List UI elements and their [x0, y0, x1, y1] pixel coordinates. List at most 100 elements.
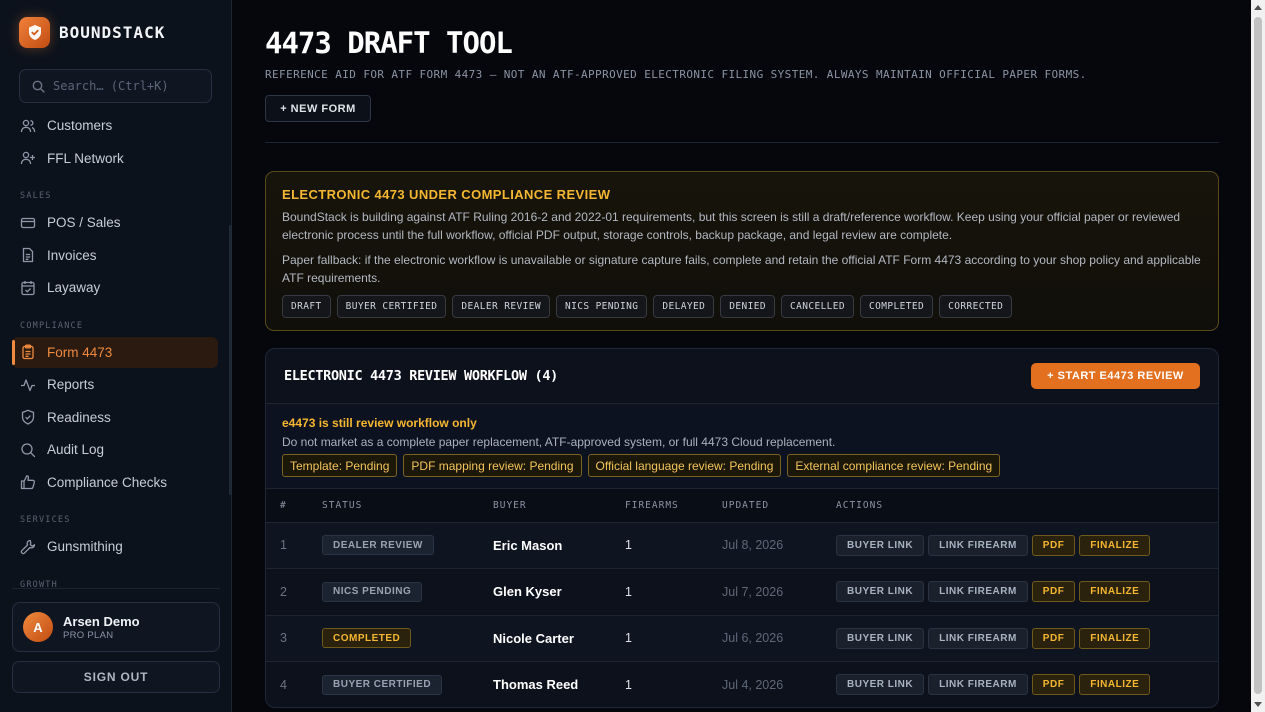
column-header[interactable]: FIREARMS: [625, 489, 722, 523]
user-info: Arsen Demo PRO PLAN: [63, 614, 140, 641]
banner-fallback-text: Paper fallback: if the electronic workfl…: [282, 253, 1201, 285]
shield-logo-icon: [19, 16, 50, 48]
link-firearm-button[interactable]: LINK FIREARM: [928, 674, 1028, 696]
nav-section-services: SERVICES: [20, 515, 71, 525]
scrollbar-thumb[interactable]: [1254, 17, 1262, 694]
user-plus-icon: [20, 151, 35, 165]
page-title: 4473 DRAFT TOOL: [265, 26, 513, 60]
sidebar-item-label: Audit Log: [47, 442, 105, 457]
updated-date: Jul 6, 2026: [722, 631, 784, 646]
status-chip: DELAYED: [653, 295, 715, 318]
row-actions: BUYER LINK LINK FIREARM PDF FINALIZE: [836, 581, 1218, 603]
column-header[interactable]: ACTIONS: [836, 489, 1218, 523]
buyer-link-button[interactable]: BUYER LINK: [836, 534, 925, 556]
table-row[interactable]: 1 DEALER REVIEW Eric Mason 1 Jul 8, 2026…: [266, 522, 1218, 569]
sidebar-item-label: Reports: [47, 377, 95, 392]
review-workflow-panel: ELECTRONIC 4473 REVIEW WORKFLOW (4) + ST…: [265, 348, 1219, 708]
finalize-button[interactable]: FINALIZE: [1079, 674, 1151, 696]
updated-date: Jul 8, 2026: [722, 538, 784, 553]
sidebar-item-label: Compliance Checks: [47, 474, 168, 490]
pending-chip: External compliance review: Pending: [787, 454, 1001, 477]
table-row[interactable]: 4 BUYER CERTIFIED Thomas Reed 1 Jul 4, 2…: [266, 662, 1218, 708]
status-chip-list: DRAFT BUYER CERTIFIED DEALER REVIEW NICS…: [282, 295, 1202, 318]
column-header[interactable]: STATUS: [322, 489, 493, 523]
pending-chip: PDF mapping review: Pending: [403, 454, 582, 477]
sidebar-item-label: Gunsmithing: [47, 539, 123, 554]
user-plan: PRO PLAN: [63, 629, 114, 641]
activity-icon: [21, 378, 35, 391]
search-box[interactable]: [19, 69, 212, 103]
table-row[interactable]: 2 NICS PENDING Glen Kyser 1 Jul 7, 2026 …: [266, 569, 1218, 615]
finalize-button[interactable]: FINALIZE: [1079, 581, 1151, 603]
credit-card-icon: [20, 217, 36, 228]
finalize-button[interactable]: FINALIZE: [1079, 534, 1151, 556]
users-icon: [20, 119, 36, 132]
sidebar-item-gunsmithing[interactable]: Gunsmithing: [12, 531, 218, 562]
notice-title: e4473 is still review workflow only: [282, 416, 477, 430]
notice-text: Do not market as a complete paper replac…: [282, 435, 836, 449]
scroll-down-arrow-icon[interactable]: [1254, 702, 1262, 707]
buyer-link-button[interactable]: BUYER LINK: [836, 674, 925, 696]
table-row[interactable]: 3 COMPLETED Nicole Carter 1 Jul 6, 2026 …: [266, 615, 1218, 662]
column-header[interactable]: UPDATED: [722, 489, 836, 523]
firearms-count: 1: [625, 631, 632, 646]
sidebar-item-layaway[interactable]: Layaway: [12, 272, 218, 303]
pdf-button[interactable]: PDF: [1031, 674, 1076, 696]
row-number: 4: [280, 677, 287, 692]
sidebar-scrollbar[interactable]: [229, 225, 232, 495]
sidebar-item-compliance-checks[interactable]: Compliance Checks: [12, 467, 218, 498]
column-header[interactable]: BUYER: [493, 489, 625, 523]
thumbs-up-icon: [20, 475, 36, 490]
link-firearm-button[interactable]: LINK FIREARM: [928, 627, 1028, 649]
calendar-check-icon: [21, 280, 35, 295]
column-header[interactable]: #: [266, 489, 322, 523]
nav-section-growth: GROWTH: [20, 579, 58, 588]
sidebar-item-customers[interactable]: Customers: [12, 110, 218, 141]
page-scrollbar[interactable]: [1251, 0, 1265, 712]
buyer-link-button[interactable]: BUYER LINK: [836, 627, 925, 649]
buyer-link-button[interactable]: BUYER LINK: [836, 581, 925, 603]
main-content: 4473 DRAFT TOOL REFERENCE AID FOR ATF FO…: [233, 0, 1251, 712]
sidebar-item-readiness[interactable]: Readiness: [12, 402, 218, 433]
divider: [265, 142, 1219, 143]
link-firearm-button[interactable]: LINK FIREARM: [928, 581, 1028, 603]
pdf-button[interactable]: PDF: [1031, 534, 1076, 556]
sidebar-divider: [12, 588, 220, 589]
page-subtitle: REFERENCE AID FOR ATF FORM 4473 — NOT AN…: [265, 68, 1087, 81]
sidebar-item-label: FFL Network: [47, 150, 124, 166]
sidebar-item-pos-sales[interactable]: POS / Sales: [12, 207, 218, 238]
start-e4473-review-button[interactable]: + START E4473 REVIEW: [1031, 363, 1200, 389]
row-actions: BUYER LINK LINK FIREARM PDF FINALIZE: [836, 534, 1218, 556]
sidebar-item-label: Form 4473: [47, 344, 113, 360]
new-form-button[interactable]: + NEW FORM: [265, 95, 371, 122]
brand[interactable]: BOUNDSTACK: [19, 16, 165, 48]
updated-date: Jul 7, 2026: [722, 584, 784, 599]
link-firearm-button[interactable]: LINK FIREARM: [928, 534, 1028, 556]
sign-out-button[interactable]: SIGN OUT: [12, 661, 220, 693]
pdf-button[interactable]: PDF: [1031, 581, 1076, 603]
firearms-count: 1: [625, 538, 632, 553]
buyer-name: Eric Mason: [493, 537, 563, 553]
search-input[interactable]: [53, 79, 203, 93]
pending-review-list: Template: Pending PDF mapping review: Pe…: [282, 454, 1218, 477]
sidebar-item-ffl-network[interactable]: FFL Network: [12, 143, 218, 174]
sidebar-item-form-4473[interactable]: Form 4473: [12, 336, 218, 368]
status-badge: NICS PENDING: [322, 581, 423, 602]
row-number: 3: [280, 631, 287, 646]
status-badge: BUYER CERTIFIED: [322, 674, 443, 695]
pdf-button[interactable]: PDF: [1031, 627, 1076, 649]
sidebar-item-audit-log[interactable]: Audit Log: [12, 434, 218, 465]
buyer-name: Nicole Carter: [493, 630, 574, 646]
sidebar-item-label: Readiness: [47, 409, 111, 425]
row-number: 2: [280, 584, 287, 599]
nav-section-compliance: COMPLIANCE: [20, 320, 84, 331]
status-chip: DENIED: [720, 295, 775, 318]
scroll-up-arrow-icon[interactable]: [1254, 5, 1262, 10]
sidebar-item-invoices[interactable]: Invoices: [12, 240, 218, 271]
user-card[interactable]: A Arsen Demo PRO PLAN: [12, 602, 220, 652]
finalize-button[interactable]: FINALIZE: [1079, 627, 1151, 649]
status-chip: CORRECTED: [939, 295, 1013, 318]
buyer-name: Thomas Reed: [493, 677, 579, 693]
firearms-count: 1: [625, 677, 632, 692]
sidebar-item-reports[interactable]: Reports: [12, 369, 218, 400]
